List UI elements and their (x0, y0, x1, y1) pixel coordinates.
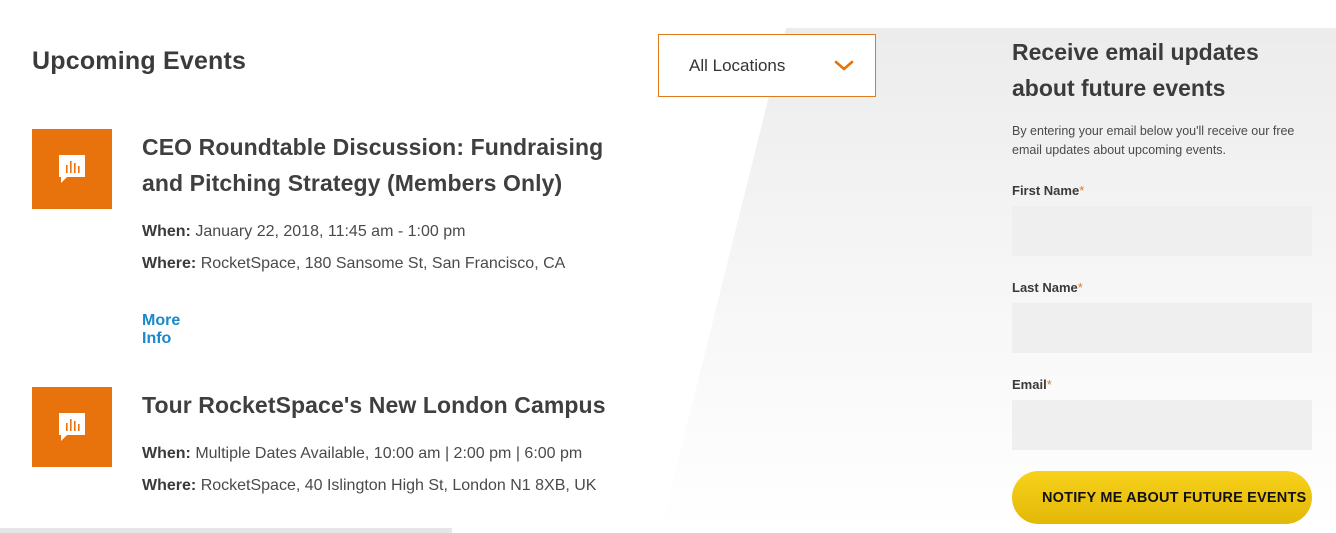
when-label: When: (142, 223, 191, 240)
notify-button[interactable]: NOTIFY ME ABOUT FUTURE EVENTS (1012, 471, 1312, 524)
signup-description: By entering your email below you'll rece… (1012, 124, 1295, 157)
speech-bubble-chart-icon (32, 129, 112, 209)
location-dropdown-value: All Locations (689, 55, 786, 75)
event-when: When: Multiple Dates Available, 10:00 am… (142, 445, 582, 463)
page-title: Upcoming Events (32, 47, 247, 75)
last-name-label: Last Name* (1012, 280, 1083, 295)
where-value: RocketSpace, 40 Islington High St, Londo… (200, 477, 597, 494)
last-name-field[interactable] (1012, 303, 1312, 353)
where-label: Where: (142, 255, 197, 272)
event-when: When: January 22, 2018, 11:45 am - 1:00 … (142, 223, 465, 241)
where-label: Where: (142, 477, 197, 494)
event-where: Where: RocketSpace, 40 Islington High St… (142, 477, 596, 495)
event-where: Where: RocketSpace, 180 Sansome St, San … (142, 255, 565, 273)
event-title[interactable]: Tour RocketSpace's New London Campus (142, 387, 642, 423)
email-label: Email* (1012, 377, 1052, 392)
chevron-down-icon (834, 60, 854, 71)
when-value: Multiple Dates Available, 10:00 am | 2:0… (195, 445, 583, 462)
horizontal-scrollbar[interactable] (0, 528, 452, 533)
when-label: When: (142, 445, 191, 462)
where-value: RocketSpace, 180 Sansome St, San Francis… (200, 255, 566, 272)
email-field[interactable] (1012, 400, 1312, 450)
first-name-label: First Name* (1012, 183, 1085, 198)
speech-bubble-chart-icon (32, 387, 112, 467)
event-title[interactable]: CEO Roundtable Discussion: Fundraising a… (142, 129, 642, 201)
when-value: January 22, 2018, 11:45 am - 1:00 pm (195, 223, 466, 240)
first-name-field[interactable] (1012, 206, 1312, 256)
location-dropdown[interactable]: All Locations (658, 34, 876, 97)
signup-heading: Receive email updates about future event… (1012, 39, 1259, 101)
more-info-link[interactable]: More Info (142, 312, 180, 348)
